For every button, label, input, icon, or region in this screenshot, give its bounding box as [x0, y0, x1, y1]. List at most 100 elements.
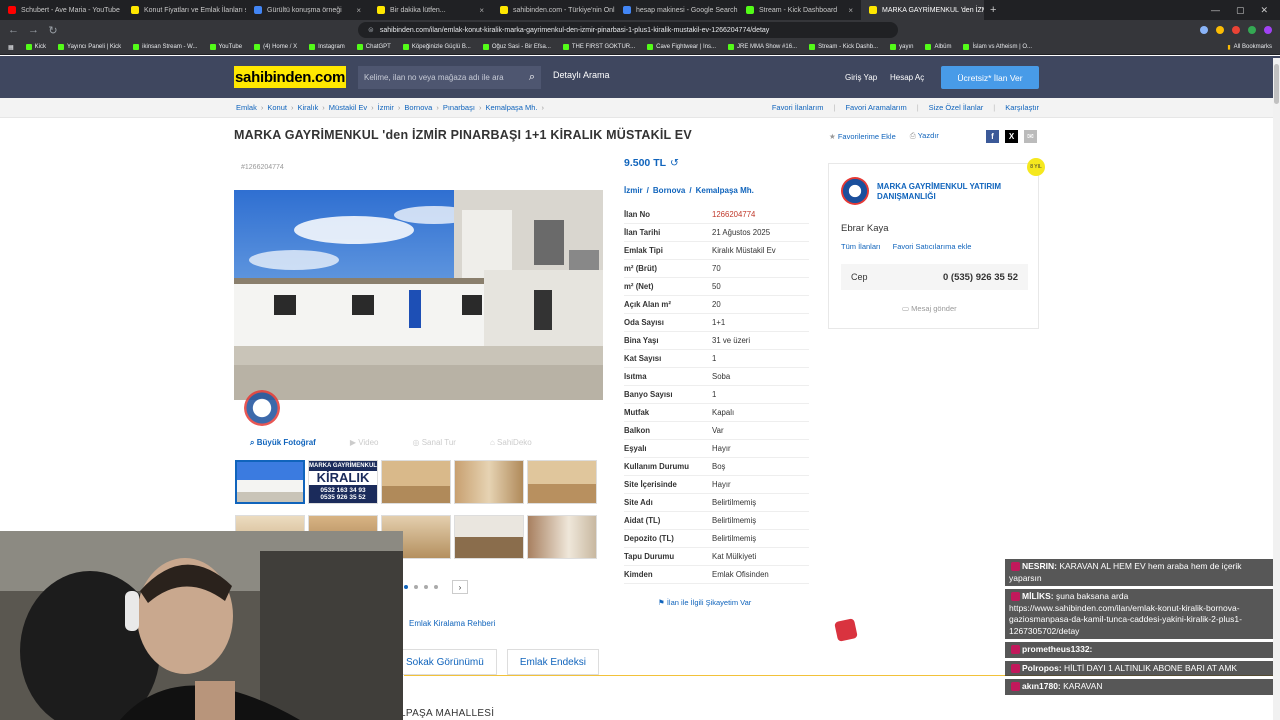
main-photo[interactable] — [234, 190, 603, 400]
next-arrow-icon[interactable]: › — [452, 580, 468, 594]
bookmark-item[interactable]: Stream - Kick Dashb... — [809, 44, 878, 50]
minimize-icon[interactable]: — — [1211, 5, 1220, 16]
url-field[interactable]: ⊜ sahibinden.com/ilan/emlak-konut-kirali… — [358, 22, 898, 38]
email-icon[interactable]: ✉ — [1024, 130, 1037, 143]
bookmark-item[interactable]: Cave Fightwear | Ins... — [647, 44, 716, 50]
apps-icon[interactable]: ▦ — [8, 44, 14, 51]
large-photo-tab[interactable]: ⌕ Büyük Fotoğraf — [250, 438, 316, 448]
bookmark-item[interactable]: yayın — [890, 44, 913, 50]
sahibinden-logo[interactable]: sahibinden.com — [234, 66, 346, 88]
breadcrumb-item[interactable]: İzmir — [378, 103, 394, 112]
bookmark-item[interactable]: JRE MMA Show #16... — [728, 44, 797, 50]
close-icon[interactable]: × — [479, 6, 484, 15]
location-link[interactable]: Bornova — [653, 186, 685, 195]
sahideko-tab[interactable]: ⌂ SahiDeko — [490, 438, 532, 448]
extension-icon[interactable] — [1216, 26, 1224, 34]
breadcrumb-item[interactable]: Pınarbaşı — [443, 103, 475, 112]
pager-dot[interactable] — [424, 585, 428, 589]
quick-link[interactable]: Karşılaştır — [1005, 103, 1039, 112]
bookmark-item[interactable]: ChatGPT — [356, 44, 391, 50]
browser-tab[interactable]: Gürültü konuşma örneği × — [246, 0, 369, 20]
firm-logo[interactable] — [841, 177, 869, 205]
back-icon[interactable]: ← — [8, 24, 19, 36]
thumbnail[interactable] — [454, 515, 524, 559]
thumbnail[interactable] — [527, 460, 597, 504]
bookmark-item[interactable]: Instagram — [309, 44, 345, 50]
search-icon[interactable]: ⌕ — [529, 71, 535, 84]
breadcrumb-item[interactable]: Kemalpaşa Mh. — [485, 103, 537, 112]
bookmark-item[interactable]: Yayıncı Paneli | Kick — [58, 44, 121, 50]
site-info-icon[interactable]: ⊜ — [368, 26, 374, 34]
browser-tab[interactable]: Bir dakika lütfen... × — [369, 0, 492, 20]
browser-tab[interactable]: MARKA GAYRİMENKUL 'den İZMİ...× — [861, 0, 984, 20]
thumbnail[interactable] — [454, 460, 524, 504]
rent-guide-link[interactable]: Emlak Kiralama Rehberi — [409, 619, 495, 628]
detailed-search-link[interactable]: Detaylı Arama — [553, 70, 610, 80]
scrollbar-thumb[interactable] — [1274, 64, 1279, 104]
pager-dot[interactable] — [434, 585, 438, 589]
thumbnail-banner[interactable]: MARKA GAYRİMENKUL KİRALIK 0532 163 34 93… — [308, 460, 378, 504]
close-window-icon[interactable]: ✕ — [1260, 5, 1268, 16]
close-icon[interactable]: × — [848, 6, 853, 15]
breadcrumb-item[interactable]: Konut — [267, 103, 287, 112]
print-link[interactable]: ⎙ Yazdır — [910, 131, 939, 141]
search-input[interactable] — [364, 73, 529, 82]
post-ad-button[interactable]: Ücretsiz* İlan Ver — [941, 66, 1039, 89]
thumbnail[interactable] — [235, 460, 305, 504]
location-link[interactable]: Kemalpaşa Mh. — [696, 186, 754, 195]
bookmark-item[interactable]: (4) Home / X — [254, 44, 297, 50]
breadcrumb-item[interactable]: Emlak — [236, 103, 257, 112]
bookmark-item[interactable]: Albüm — [925, 44, 951, 50]
favorite-seller-link[interactable]: Favori Satıcılarıma ekle — [893, 242, 972, 251]
bookmark-item[interactable]: THE FIRST GOKTUR... — [562, 44, 635, 50]
quick-link[interactable]: Size Özel İlanlar — [929, 103, 984, 112]
breadcrumb-item[interactable]: Kiralık — [297, 103, 318, 112]
thumbnail[interactable] — [381, 460, 451, 504]
pager-dot[interactable] — [404, 585, 408, 589]
bookmark-item[interactable]: Köpeğinizle Güçlü B... — [402, 44, 471, 50]
extension-icon[interactable] — [1248, 26, 1256, 34]
all-bookmarks[interactable]: ▮ All Bookmarks — [1227, 44, 1272, 51]
forward-icon[interactable]: → — [28, 24, 39, 36]
bookmark-item[interactable]: ikinsan Stream - W... — [133, 44, 198, 50]
profile-avatar-icon[interactable] — [1264, 26, 1272, 34]
bookmark-item[interactable]: İslam vs Atheism | O... — [963, 44, 1032, 50]
register-link[interactable]: Hesap Aç — [890, 73, 924, 82]
bookmark-item[interactable]: YouTube — [209, 44, 242, 50]
quick-link[interactable]: Favori Aramalarım — [845, 103, 906, 112]
location-link[interactable]: İzmir — [624, 186, 643, 195]
video-tab[interactable]: ▶ Video — [350, 438, 379, 448]
complaint-link[interactable]: ⚑ İlan ile İlgili Şikayetim Var — [658, 598, 751, 607]
bookmark-item[interactable]: Oğuz Sasi - Bir Efsa... — [482, 44, 551, 50]
all-ads-link[interactable]: Tüm İlanları — [841, 242, 881, 251]
browser-tab[interactable]: Konut Fiyatları ve Emlak İlanları sahib.… — [123, 0, 246, 20]
price-history-icon[interactable]: ↺ — [670, 157, 679, 169]
extension-icon[interactable] — [1200, 26, 1208, 34]
pager-dot[interactable] — [414, 585, 418, 589]
thumbnail[interactable] — [527, 515, 597, 559]
facebook-icon[interactable]: f — [986, 130, 999, 143]
browser-tab[interactable]: hesap makinesi - Google Search× — [615, 0, 738, 20]
extension-icon[interactable] — [1232, 26, 1240, 34]
breadcrumb-item[interactable]: Müstakil Ev — [329, 103, 367, 112]
send-message-link[interactable]: ▭ Mesaj gönder — [902, 304, 957, 313]
scrollbar[interactable] — [1273, 58, 1280, 720]
x-twitter-icon[interactable]: X — [1005, 130, 1018, 143]
new-tab-icon[interactable]: + — [984, 4, 1002, 16]
add-favorite-link[interactable]: ★ Favorilerime Ekle — [829, 132, 896, 141]
browser-tab[interactable]: Stream - Kick Dashboard × — [738, 0, 861, 20]
bookmark-item[interactable]: Kick — [25, 44, 46, 50]
breadcrumb-item[interactable]: Bornova — [404, 103, 432, 112]
close-icon[interactable]: × — [356, 6, 361, 15]
browser-tab[interactable]: sahibinden.com - Türkiye'nin Online...× — [492, 0, 615, 20]
reload-icon[interactable]: ↻ — [48, 24, 58, 37]
login-link[interactable]: Giriş Yap — [845, 73, 877, 82]
firm-name[interactable]: MARKA GAYRİMENKUL YATIRIM DANIŞMANLIĞI — [877, 182, 1027, 202]
browser-tab[interactable]: Schubert - Ave Maria - YouTube× — [0, 0, 123, 20]
quick-link[interactable]: Favori İlanlarım — [772, 103, 824, 112]
street-view-tab[interactable]: Sokak Görünümü — [393, 649, 497, 675]
virtual-tour-tab[interactable]: ◎ Sanal Tur — [413, 438, 456, 448]
phone-number[interactable]: 0 (535) 926 35 52 — [943, 272, 1018, 283]
maximize-icon[interactable]: ▢ — [1236, 5, 1245, 16]
real-estate-index-tab[interactable]: Emlak Endeksi — [506, 649, 599, 675]
